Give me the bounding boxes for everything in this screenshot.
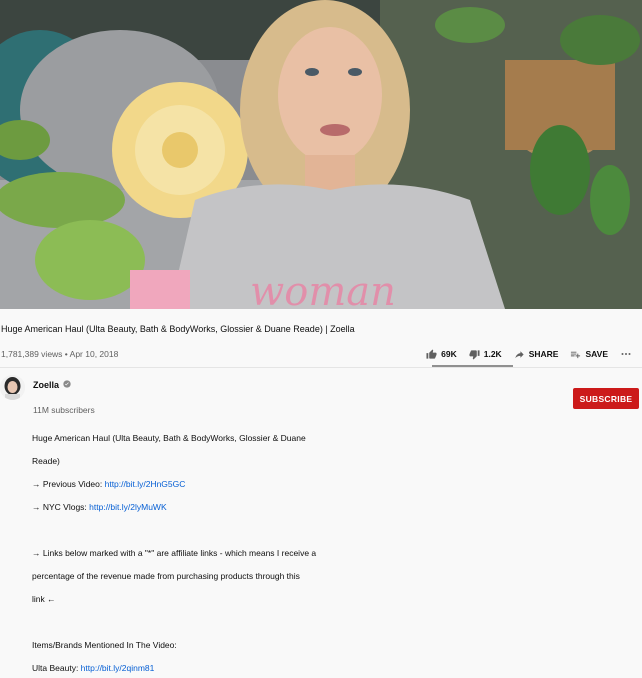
save-label: SAVE [585,349,608,359]
more-actions-button[interactable] [614,342,642,366]
video-title: Huge American Haul (Ulta Beauty, Bath & … [1,324,355,334]
previous-video-link[interactable]: http://bit.ly/2HnG5GC [105,479,186,489]
video-frame: woman [0,0,642,309]
save-button[interactable]: SAVE [564,342,614,366]
share-button[interactable]: SHARE [508,342,565,366]
more-horizontal-icon [621,353,631,355]
views-date: 1,781,389 views • Apr 10, 2018 [1,349,119,359]
video-player[interactable]: woman [0,0,642,309]
description-line: link ← [32,594,56,604]
like-count: 69K [441,349,457,359]
avatar-image [0,375,25,400]
thumbs-down-icon [469,349,480,360]
description-line: Reade) [32,456,60,466]
items-heading: Items/Brands Mentioned In The Video: [32,640,177,650]
dislike-button[interactable]: 1.2K [463,342,508,366]
dislike-count: 1.2K [483,349,502,359]
verified-icon [63,380,71,390]
playlist-add-icon [571,351,581,358]
description-line: → Links below marked with a "*" are affi… [32,548,317,558]
channel-name[interactable]: Zoella [33,380,71,390]
share-label: SHARE [528,349,559,359]
subscribe-button[interactable]: SUBSCRIBE [573,388,639,409]
video-meta-row: 1,781,389 views • Apr 10, 2018 69K 1.2K … [0,342,642,367]
ulta-beauty-label: Ulta Beauty: [32,663,81,673]
thumbs-up-icon [426,348,437,359]
description-line: percentage of the revenue made from purc… [32,571,300,581]
previous-video-label: → Previous Video: [32,479,105,489]
like-button[interactable]: 69K [420,342,463,366]
description-line: Huge American Haul (Ulta Beauty, Bath & … [32,433,306,443]
svg-text:woman: woman [250,269,396,309]
divider [0,367,642,368]
avatar[interactable] [0,375,25,400]
subscriber-count: 11M subscribers [33,405,95,415]
nyc-vlogs-link[interactable]: http://bit.ly/2lyMuWK [89,502,166,512]
ulta-beauty-line: Ulta Beauty: http://bit.ly/2qinm81 [32,663,154,673]
nyc-vlogs-line: → NYC Vlogs: http://bit.ly/2lyMuWK [32,502,167,512]
video-actions: 69K 1.2K SHARE SAVE [420,342,642,366]
previous-video-line: → Previous Video: http://bit.ly/2HnG5GC [32,479,185,489]
nyc-vlogs-label: → NYC Vlogs: [32,502,90,512]
channel-name-text: Zoella [33,380,60,390]
share-arrow-icon [515,350,524,358]
ulta-beauty-link[interactable]: http://bit.ly/2qinm81 [81,663,155,673]
